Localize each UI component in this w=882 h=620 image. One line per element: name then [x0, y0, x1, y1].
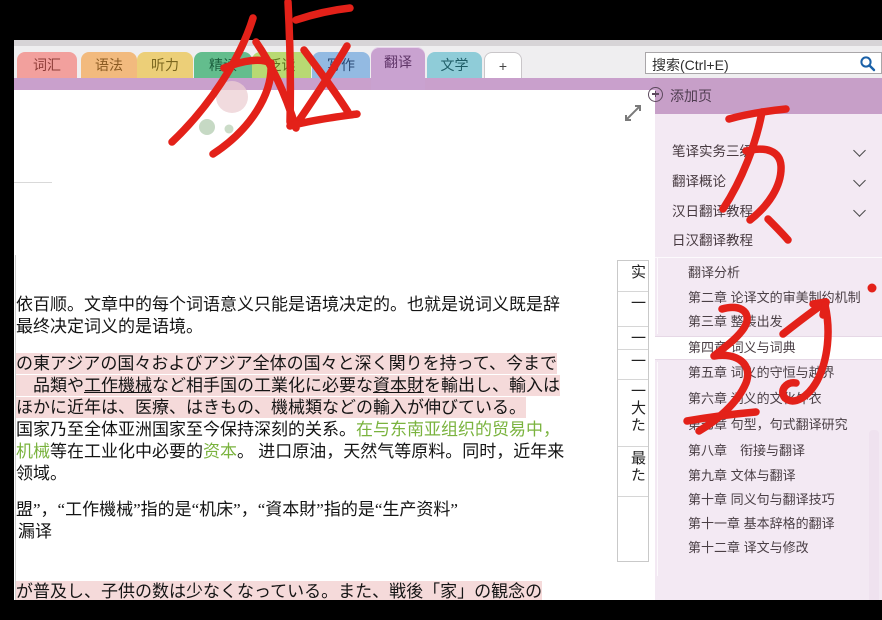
- notebook-item[interactable]: 翻译概论: [672, 171, 726, 193]
- page-item-selected[interactable]: 第四章 词义与词典: [688, 337, 796, 359]
- strip-cell: [618, 497, 648, 560]
- cn-text-line: 领域。: [16, 464, 67, 483]
- group-border: [657, 258, 658, 334]
- search-placeholder: 搜索(Ctrl+E): [652, 57, 729, 73]
- search-icon[interactable]: [858, 54, 878, 74]
- page-item[interactable]: 第七章 句型，句式翻译研究: [688, 414, 848, 436]
- page-item[interactable]: 翻译分析: [688, 262, 740, 284]
- clipped-text-container: 实 一 一 一 一大た 最た: [617, 260, 649, 562]
- frame-left: [0, 0, 14, 620]
- jp-highlight-line: ほかに近年は、医療、はきもの、機械類などの輸入が伸びている。: [16, 397, 526, 418]
- strip-cell: 一: [618, 327, 648, 350]
- tab-yufa[interactable]: 语法: [81, 52, 137, 78]
- page-sidebar: 添加页 笔译实务三级 翻译概论 汉日翻译教程 日汉翻译教程 翻译分析 第二章 论…: [648, 78, 882, 620]
- tab-jingdu[interactable]: 精读: [194, 52, 252, 78]
- tab-xiezuo[interactable]: 写作: [312, 52, 370, 78]
- search-input[interactable]: 搜索(Ctrl+E): [645, 52, 882, 74]
- strip-cell: 一: [618, 292, 648, 327]
- notebook-item[interactable]: 笔译实务三级: [672, 141, 753, 163]
- sidebar-scrollbar[interactable]: [869, 430, 879, 620]
- page-item[interactable]: 第十一章 基本辞格的翻译: [688, 513, 835, 535]
- page-item[interactable]: 第六章 词义的文化外衣: [688, 388, 822, 410]
- plus-circle-icon: [648, 87, 663, 102]
- strip-cell: 实: [618, 261, 648, 292]
- frame-top: [0, 0, 882, 40]
- add-section-tab[interactable]: +: [484, 52, 522, 78]
- onenote-window: 词汇 语法 听力 精读 泛读 写作 翻译 文学 + 搜索(Ctrl+E) 依百顺…: [0, 0, 882, 620]
- notebook-item[interactable]: 汉日翻译教程: [672, 201, 753, 223]
- quote-line: 盟”，“工作機械”指的是“机床”，“資本財”指的是“生产资料”: [16, 500, 458, 519]
- add-page-button[interactable]: 添加页: [648, 86, 712, 106]
- cn-text-line: 国家乃至全体亚洲国家至今保持深刻的关系。在与东南亚组织的贸易中，: [16, 420, 560, 439]
- notebook-item[interactable]: 日汉翻译教程: [672, 230, 753, 252]
- jp-highlight-line: 品類や工作機械など相手国の工業化に必要な資本財を輸出し、輸入は: [16, 375, 560, 396]
- chevron-down-icon[interactable]: [853, 204, 866, 217]
- note-canvas[interactable]: 依百顺。文章中的每个词语意义只能是语境决定的。也就是说词义既是辞 最终决定词义的…: [14, 90, 655, 620]
- jp-highlight-line-clipped: が普及し、子供の数は少なくなっている。また、戦後「家」の観念の: [16, 581, 543, 602]
- tab-fanyi-selected[interactable]: 翻译: [371, 47, 425, 90]
- note-line: 漏译: [18, 522, 52, 541]
- body-text-line: 最终决定词义的是语境。: [16, 317, 203, 336]
- strip-cell: 最た: [618, 447, 648, 497]
- group-border: [657, 362, 658, 576]
- strip-cell: 一: [618, 350, 648, 380]
- page-item[interactable]: 第九章 文体与翻译: [688, 465, 796, 487]
- strip-cell: 一大た: [618, 380, 648, 447]
- tab-tingli[interactable]: 听力: [137, 52, 193, 78]
- page-item[interactable]: 第十章 同义句与翻译技巧: [688, 489, 835, 511]
- tab-cihui[interactable]: 词汇: [17, 52, 77, 78]
- expand-page-icon[interactable]: [622, 102, 644, 124]
- tab-fandu[interactable]: 泛读: [252, 52, 311, 78]
- page-item[interactable]: 第十二章 译文与修改: [688, 537, 809, 559]
- page-item[interactable]: 第二章 论译文的审美制约机制: [688, 287, 861, 309]
- page-item[interactable]: 第八章 衔接与翻译: [688, 440, 805, 462]
- body-text-line: 依百顺。文章中的每个词语意义只能是语境决定的。也就是说词义既是辞: [16, 295, 560, 314]
- add-page-header[interactable]: 添加页: [648, 78, 882, 114]
- page-item[interactable]: 第五章 词义的守恒与越界: [688, 362, 835, 384]
- group-separator: [655, 257, 882, 258]
- cn-text-line: 机械等在工业化中必要的资本。 进口原油，天然气等原料。同时，近年来: [16, 442, 565, 461]
- chevron-down-icon[interactable]: [853, 144, 866, 157]
- page-item[interactable]: 第三章 整装出发: [688, 311, 783, 333]
- paragraph-divider: [14, 182, 52, 183]
- jp-highlight-line: の東アジアの国々およびアジア全体の国々と深く関りを持って、今まで: [16, 353, 557, 374]
- frame-bottom: [0, 600, 882, 620]
- chevron-down-icon[interactable]: [853, 174, 866, 187]
- tab-wenxue[interactable]: 文学: [427, 52, 482, 78]
